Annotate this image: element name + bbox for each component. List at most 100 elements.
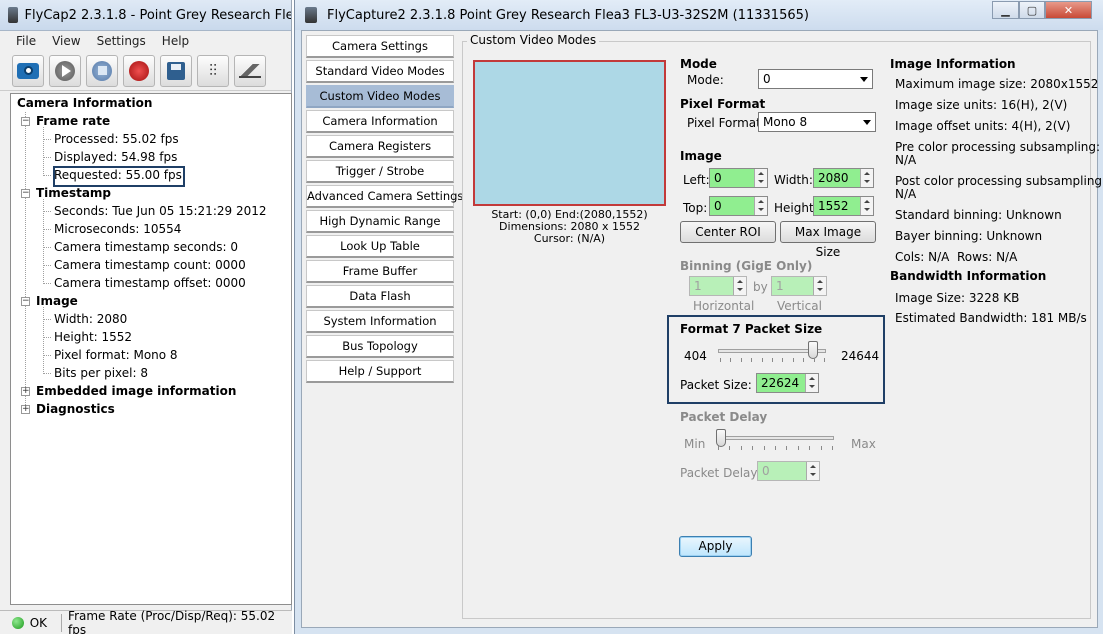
menu-help[interactable]: Help <box>154 34 197 48</box>
nav-look-up-table[interactable]: Look Up Table <box>306 235 454 258</box>
record-button[interactable] <box>123 54 155 87</box>
packet-size-spinner[interactable] <box>756 373 819 393</box>
nav-data-flash[interactable]: Data Flash <box>306 285 454 308</box>
collapse-image-icon[interactable]: − <box>21 297 30 306</box>
camera-control-dialog: FlyCapture2 2.3.1.8 Point Grey Research … <box>294 0 1103 634</box>
height-spin-buttons[interactable] <box>860 197 873 215</box>
info-post-color-value: N/A <box>895 187 917 201</box>
tree-frame-rate[interactable]: Frame rate <box>36 112 110 130</box>
minimize-button[interactable]: ▁ <box>992 1 1019 19</box>
nav-standard-video-modes[interactable]: Standard Video Modes <box>306 60 454 83</box>
info-pre-color: Pre color processing subsampling: <box>895 140 1101 154</box>
tree-embedded[interactable]: Embedded image information <box>36 382 236 400</box>
left-label: Left: <box>683 173 710 187</box>
menu-view[interactable]: View <box>44 34 88 48</box>
stop-button[interactable] <box>86 54 118 87</box>
expand-diagnostics-icon[interactable]: + <box>21 405 30 414</box>
tree-pixel-format: Pixel format: Mono 8 <box>54 348 178 362</box>
nav-custom-video-modes[interactable]: Custom Video Modes <box>306 85 454 108</box>
collapse-timestamp-icon[interactable]: − <box>21 189 30 198</box>
expand-embedded-icon[interactable]: + <box>21 387 30 396</box>
histogram-button[interactable] <box>234 54 266 87</box>
tree-ts-seconds: Seconds: Tue Jun 05 15:21:29 2012 <box>54 204 267 218</box>
dialog-client: Camera Settings Standard Video Modes Custo… <box>301 30 1103 628</box>
nav-bus-topology[interactable]: Bus Topology <box>306 335 454 358</box>
close-icon: ✕ <box>1063 3 1074 17</box>
tree-displayed: Displayed: 54.98 fps <box>54 150 178 164</box>
chevron-down-icon <box>860 77 868 82</box>
nav-frame-buffer[interactable]: Frame Buffer <box>306 260 454 283</box>
nav-trigger-strobe[interactable]: Trigger / Strobe <box>306 160 454 183</box>
menu-settings[interactable]: Settings <box>89 34 154 48</box>
max-image-size-button[interactable]: Max Image Size <box>780 221 876 259</box>
info-max-size: Maximum image size: 2080x1552 <box>895 77 1099 91</box>
width-spinner[interactable] <box>813 168 874 188</box>
dialog-title: FlyCapture2 2.3.1.8 Point Grey Research … <box>327 7 809 23</box>
packet-size-spin-buttons[interactable] <box>805 374 818 392</box>
info-standard-binning: Standard binning: Unknown <box>895 208 1062 222</box>
left-spinner[interactable] <box>709 168 768 188</box>
menu-file[interactable]: File <box>8 34 44 48</box>
info-offset-units: Image offset units: 4(H), 2(V) <box>895 119 1071 133</box>
status-frame-rate: Frame Rate (Proc/Disp/Req): 55.02 fps <box>68 608 276 634</box>
camera-control-button[interactable]: ⫶⫶ <box>197 54 229 87</box>
main-window-titlebar: FlyCap2 2.3.1.8 - Point Grey Research Fl… <box>0 0 291 31</box>
binning-v-spin-buttons <box>813 277 826 295</box>
collapse-frame-rate-icon[interactable]: − <box>21 117 30 126</box>
packet-delay-slider-thumb <box>716 429 726 447</box>
nav-camera-information[interactable]: Camera Information <box>306 110 454 133</box>
packet-delay-slider <box>716 429 834 453</box>
save-button[interactable] <box>160 54 192 87</box>
camera-info-tree: Camera Information − Frame rate Processe… <box>10 93 292 605</box>
tree-ts-microseconds: Microseconds: 10554 <box>54 222 182 236</box>
toolbar: ⫶⫶ <box>0 51 291 91</box>
dialog-app-icon <box>305 7 317 23</box>
packet-size-slider[interactable] <box>718 341 826 365</box>
roi-preview[interactable] <box>473 60 666 206</box>
stop-icon <box>92 60 112 81</box>
tree-diagnostics[interactable]: Diagnostics <box>36 400 115 418</box>
packet-delay-min: Min <box>684 437 706 451</box>
packet-delay-spinner <box>757 461 820 481</box>
pixel-format-select[interactable]: Mono 8 <box>758 112 876 132</box>
minimize-icon: ▁ <box>1001 3 1010 17</box>
width-label: Width: <box>774 173 813 187</box>
top-spin-buttons[interactable] <box>754 197 767 215</box>
info-post-color: Post color processing subsampling: <box>895 174 1103 188</box>
status-ok: OK <box>29 615 48 630</box>
center-roi-button[interactable]: Center ROI <box>680 221 776 243</box>
capture-button[interactable] <box>12 54 44 87</box>
mode-heading: Mode <box>680 57 717 71</box>
tree-cam-ts-count: Camera timestamp count: 0000 <box>54 258 246 272</box>
maximize-button[interactable]: ▢ <box>1019 1 1045 19</box>
top-spinner[interactable] <box>709 196 768 216</box>
apply-button[interactable]: Apply <box>679 536 752 557</box>
tree-timestamp[interactable]: Timestamp <box>36 184 111 202</box>
packet-size-min: 404 <box>684 349 707 363</box>
nav-system-information[interactable]: System Information <box>306 310 454 333</box>
tree-image-height: Height: 1552 <box>54 330 133 344</box>
save-icon <box>167 61 185 80</box>
image-info-heading: Image Information <box>890 57 1016 71</box>
nav-camera-registers[interactable]: Camera Registers <box>306 135 454 158</box>
tree-bits-per-pixel: Bits per pixel: 8 <box>54 366 148 380</box>
packet-delay-max: Max <box>851 437 876 451</box>
info-rows: Rows: N/A <box>957 250 1018 264</box>
left-spin-buttons[interactable] <box>754 169 767 187</box>
packet-size-slider-thumb[interactable] <box>808 341 818 359</box>
nav-advanced-camera-settings[interactable]: Advanced Camera Settings <box>306 185 463 208</box>
nav-camera-settings[interactable]: Camera Settings <box>306 35 454 58</box>
height-spinner[interactable] <box>813 196 874 216</box>
nav-help-support[interactable]: Help / Support <box>306 360 454 383</box>
info-image-size: Image Size: 3228 KB <box>895 291 1020 305</box>
info-cols: Cols: N/A <box>895 250 950 264</box>
packet-delay-label: Packet Delay: <box>680 466 761 480</box>
dialog-titlebar: FlyCapture2 2.3.1.8 Point Grey Research … <box>295 0 1103 30</box>
play-button[interactable] <box>49 54 81 87</box>
mode-select[interactable]: 0 <box>758 69 873 89</box>
width-spin-buttons[interactable] <box>860 169 873 187</box>
nav-high-dynamic-range[interactable]: High Dynamic Range <box>306 210 454 233</box>
close-button[interactable]: ✕ <box>1045 1 1092 19</box>
camera-icon <box>17 62 39 79</box>
binning-v-spinner <box>771 276 827 296</box>
